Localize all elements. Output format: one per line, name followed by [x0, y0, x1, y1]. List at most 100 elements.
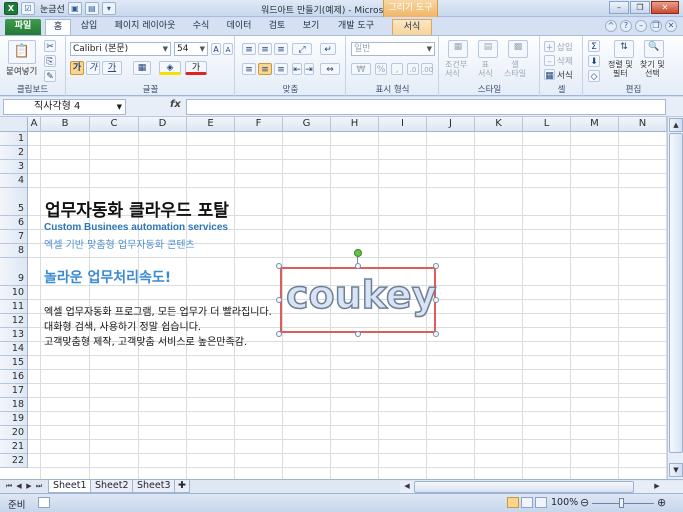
find-select-icon[interactable]: 🔍 [644, 40, 664, 58]
resize-handle-bottom-left[interactable] [276, 331, 282, 337]
column-header-F[interactable]: F [235, 117, 283, 132]
zoom-in-icon[interactable]: ⊕ [657, 496, 666, 509]
wordart-text[interactable]: coukey [285, 272, 437, 318]
row-header-7[interactable]: 7 [0, 230, 28, 244]
column-header-J[interactable]: J [427, 117, 475, 132]
insert-cells-icon[interactable]: + [544, 41, 555, 53]
tab-page-layout[interactable]: 페이지 레이아웃 [112, 19, 178, 35]
insert-function-icon[interactable]: fx [170, 99, 181, 110]
row-header-15[interactable]: 15 [0, 356, 28, 370]
help-icon[interactable]: ? [620, 20, 632, 32]
vertical-scrollbar[interactable]: ▲ ▼ [667, 117, 683, 479]
tab-file[interactable]: 파일 [5, 19, 41, 35]
percent-icon[interactable]: % [375, 63, 387, 75]
row-header-20[interactable]: 20 [0, 426, 28, 440]
worksheet-grid[interactable]: ABCDEFGHIJKLMN 1 2 3 4 5 6 7 8 9 10 11 12 13 14 15 16 17… [0, 117, 667, 479]
align-center-icon[interactable]: ≡ [258, 63, 272, 75]
column-header-A[interactable]: A [28, 117, 41, 132]
tab-format[interactable]: 서식 [392, 19, 432, 35]
row-header-14[interactable]: 14 [0, 342, 28, 356]
format-cells-icon[interactable]: ▦ [544, 69, 555, 81]
row-header-9[interactable]: 9 [0, 258, 28, 286]
row-header-5[interactable]: 5 [0, 188, 28, 216]
resize-handle-bottom-right[interactable] [433, 331, 439, 337]
scroll-left-icon[interactable]: ◀ [402, 481, 412, 492]
horizontal-scrollbar[interactable]: ◀ ▶ [400, 481, 683, 493]
column-header-H[interactable]: H [331, 117, 379, 132]
align-right-icon[interactable]: ≡ [274, 63, 288, 75]
decrease-indent-icon[interactable]: ⇤ [292, 63, 302, 75]
vertical-scroll-thumb[interactable] [669, 133, 683, 453]
formula-input[interactable] [186, 99, 666, 115]
resize-handle-top-right[interactable] [433, 263, 439, 269]
resize-handle-left[interactable] [276, 297, 282, 303]
wrap-text-icon[interactable]: ↵ [320, 43, 336, 55]
resize-handle-bottom[interactable] [355, 331, 361, 337]
number-format-select[interactable]: 일반 ▼ [351, 42, 435, 56]
sheet-subtitle-korean[interactable]: 엑셀 기반 맞춤형 업무자동화 콘텐츠 [44, 236, 195, 251]
merge-center-icon[interactable]: ⇔ [320, 63, 340, 75]
column-header-M[interactable]: M [571, 117, 619, 132]
body-line-1[interactable]: 엑셀 업무자동화 프로그램, 모든 업무가 더 빨라집니다. [44, 303, 272, 318]
conditional-format-label[interactable]: 조건부 서식 [445, 60, 467, 78]
zoom-out-icon[interactable]: ⊖ [580, 496, 589, 509]
align-top-icon[interactable]: ≡ [242, 43, 256, 55]
tab-view[interactable]: 보기 [300, 19, 322, 35]
page-layout-view-icon[interactable] [521, 497, 533, 508]
row-header-13[interactable]: 13 [0, 328, 28, 342]
row-header-4[interactable]: 4 [0, 174, 28, 188]
minimize-button[interactable]: – [609, 1, 629, 14]
zoom-slider-knob[interactable] [619, 498, 624, 508]
sheet-tab-1[interactable]: Sheet1 [48, 480, 92, 493]
tab-developer[interactable]: 개발 도구 [334, 19, 378, 35]
column-header-E[interactable]: E [187, 117, 235, 132]
row-header-10[interactable]: 10 [0, 286, 28, 300]
paste-label[interactable]: 붙여넣기 [6, 65, 37, 77]
currency-icon[interactable]: ₩ [351, 63, 371, 75]
cell-styles-icon[interactable]: ▩ [508, 40, 528, 58]
underline-button[interactable]: 가 [102, 61, 122, 75]
name-box-dropdown-icon[interactable]: ▼ [117, 100, 122, 114]
close-button[interactable]: ✕ [651, 1, 679, 14]
column-header-C[interactable]: C [90, 117, 139, 132]
increase-indent-icon[interactable]: ⇥ [304, 63, 314, 75]
fill-color-icon[interactable]: ◈ [159, 61, 181, 75]
row-header-16[interactable]: 16 [0, 370, 28, 384]
sheet-subtitle-english[interactable]: Custom Businees automation services [44, 222, 228, 233]
row-header-6[interactable]: 6 [0, 216, 28, 230]
bold-button[interactable]: 가 [70, 61, 84, 75]
normal-view-icon[interactable] [507, 497, 519, 508]
resize-handle-top-left[interactable] [276, 263, 282, 269]
zoom-level[interactable]: 100% [551, 497, 578, 508]
find-select-label[interactable]: 찾기 및 선택 [640, 60, 665, 78]
column-header-G[interactable]: G [283, 117, 331, 132]
sheet-tab-2[interactable]: Sheet2 [90, 480, 134, 493]
page-break-view-icon[interactable] [535, 497, 547, 508]
scroll-up-icon[interactable]: ▲ [669, 118, 683, 132]
font-color-icon[interactable]: 가 [185, 61, 207, 75]
row-header-11[interactable]: 11 [0, 300, 28, 314]
format-cells-label[interactable]: 서식 [557, 69, 573, 81]
row-header-21[interactable]: 21 [0, 440, 28, 454]
align-middle-icon[interactable]: ≡ [258, 43, 272, 55]
comma-icon[interactable]: , [391, 63, 403, 75]
row-header-12[interactable]: 12 [0, 314, 28, 328]
conditional-format-icon[interactable]: ▦ [448, 40, 468, 58]
select-all-corner[interactable] [0, 117, 28, 132]
cut-icon[interactable]: ✂ [44, 40, 56, 52]
tab-insert[interactable]: 삽입 [78, 19, 100, 35]
horizontal-scroll-thumb[interactable] [414, 481, 634, 493]
resize-handle-top[interactable] [355, 263, 361, 269]
row-header-19[interactable]: 19 [0, 412, 28, 426]
delete-cells-icon[interactable]: – [544, 55, 555, 67]
doc-minimize-icon[interactable]: – [635, 20, 647, 32]
last-sheet-icon[interactable]: ⏭ [34, 481, 44, 492]
sheet-headline[interactable]: 놀라운 업무처리속도! [44, 267, 171, 287]
copy-icon[interactable]: ⎘ [44, 55, 56, 67]
orientation-icon[interactable]: ⤢ [292, 43, 312, 55]
italic-button[interactable]: 가 [86, 61, 100, 75]
clear-icon[interactable]: ◇ [588, 70, 600, 82]
cell-styles-label[interactable]: 셀 스타일 [504, 60, 526, 78]
body-line-3[interactable]: 고객맞춤형 제작, 고객맞춤 서비스로 높은만족감. [44, 333, 247, 348]
format-painter-icon[interactable]: ✎ [44, 70, 56, 82]
